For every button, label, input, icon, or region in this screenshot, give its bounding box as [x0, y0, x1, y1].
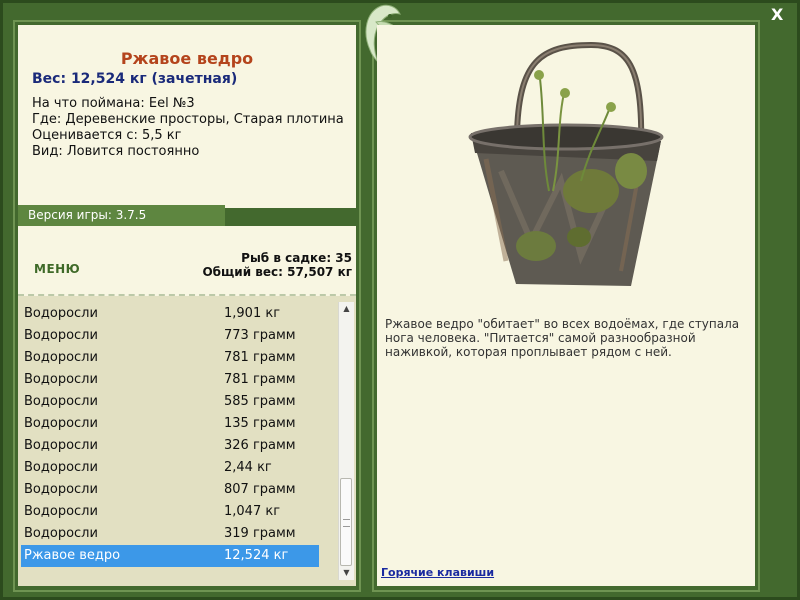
list-item-weight: 135 грамм	[224, 416, 296, 431]
list-item-weight: 319 грамм	[224, 526, 296, 541]
list-item-weight: 1,901 кг	[224, 306, 281, 321]
scrollbar[interactable]: ▲ ▼	[338, 302, 354, 580]
list-item[interactable]: Водоросли 2,44 кг	[21, 457, 319, 479]
scroll-up-icon[interactable]: ▲	[339, 302, 354, 316]
list-item-weight: 807 грамм	[224, 482, 296, 497]
list-item-name: Ржавое ведро	[24, 548, 121, 563]
list-item[interactable]: Водоросли 773 грамм	[21, 325, 319, 347]
list-item-name: Водоросли	[24, 504, 98, 519]
list-item[interactable]: Водоросли 1,047 кг	[21, 501, 319, 523]
catch-list[interactable]: Водоросли 1,901 кг Водоросли 773 грамм Водор…	[18, 296, 356, 586]
location-text: Где: Деревенские просторы, Старая плотин…	[32, 112, 344, 127]
list-item-name: Водоросли	[24, 394, 98, 409]
keepnet-summary: МЕНЮ Рыб в садке: 35 Общий вес: 57,507 к…	[18, 226, 356, 296]
type-text: Вид: Ловится постоянно	[32, 144, 200, 159]
list-item-weight: 781 грамм	[224, 372, 296, 387]
list-item-weight: 585 грамм	[224, 394, 296, 409]
close-button[interactable]: X	[771, 5, 783, 24]
list-item-name: Водоросли	[24, 438, 98, 453]
list-item-weight: 2,44 кг	[224, 460, 272, 475]
list-item[interactable]: Водоросли 781 грамм	[21, 369, 319, 391]
list-item-name: Водоросли	[24, 460, 98, 475]
fish-info-panel: Ржавое ведро Вес: 12,524 кг (зачетная) Н…	[18, 25, 356, 208]
rusty-bucket-image	[468, 41, 664, 286]
hotkeys-link[interactable]: Горячие клавиши	[381, 566, 494, 579]
list-item-name: Водоросли	[24, 328, 98, 343]
list-item-weight: 781 грамм	[224, 350, 296, 365]
list-item-name: Водоросли	[24, 482, 98, 497]
fish-title: Ржавое ведро	[120, 49, 254, 68]
list-item[interactable]: Водоросли 135 грамм	[21, 413, 319, 435]
catch-count: Рыб в садке: 35	[241, 251, 352, 265]
list-item-name: Водоросли	[24, 372, 98, 387]
list-item-weight: 773 грамм	[224, 328, 296, 343]
version-label: Версия игры: 3.7.5	[18, 205, 225, 226]
list-item-name: Водоросли	[24, 526, 98, 541]
list-item[interactable]: Водоросли 319 грамм	[21, 523, 319, 545]
list-item[interactable]: Водоросли 807 грамм	[21, 479, 319, 501]
scroll-thumb[interactable]	[340, 478, 352, 566]
fish-description: Ржавое ведро "обитает" во всех водоёмах,…	[385, 317, 740, 359]
fish-detail-panel: Ржавое ведро "обитает" во всех водоёмах,…	[377, 25, 755, 586]
list-item-weight: 326 грамм	[224, 438, 296, 453]
list-item[interactable]: Водоросли 585 грамм	[21, 391, 319, 413]
caught-on-text: На что поймана: Eel №3	[32, 96, 195, 111]
list-item[interactable]: Водоросли 326 грамм	[21, 435, 319, 457]
fish-weight: Вес: 12,524 кг (зачетная)	[32, 71, 238, 87]
grip-icon	[343, 519, 350, 527]
list-item-name: Водоросли	[24, 350, 98, 365]
total-weight: Общий вес: 57,507 кг	[202, 265, 352, 279]
list-item-name: Водоросли	[24, 416, 98, 431]
menu-button[interactable]: МЕНЮ	[34, 262, 80, 276]
list-item[interactable]: Водоросли 781 грамм	[21, 347, 319, 369]
list-item-name: Водоросли	[24, 306, 98, 321]
scroll-down-icon[interactable]: ▼	[339, 566, 354, 580]
list-item-weight: 1,047 кг	[224, 504, 281, 519]
list-item[interactable]: Ржавое ведро 12,524 кг	[21, 545, 319, 567]
list-item[interactable]: Водоросли 1,901 кг	[21, 303, 319, 325]
list-item-weight: 12,524 кг	[224, 548, 289, 563]
valued-from-text: Оценивается с: 5,5 кг	[32, 128, 182, 143]
